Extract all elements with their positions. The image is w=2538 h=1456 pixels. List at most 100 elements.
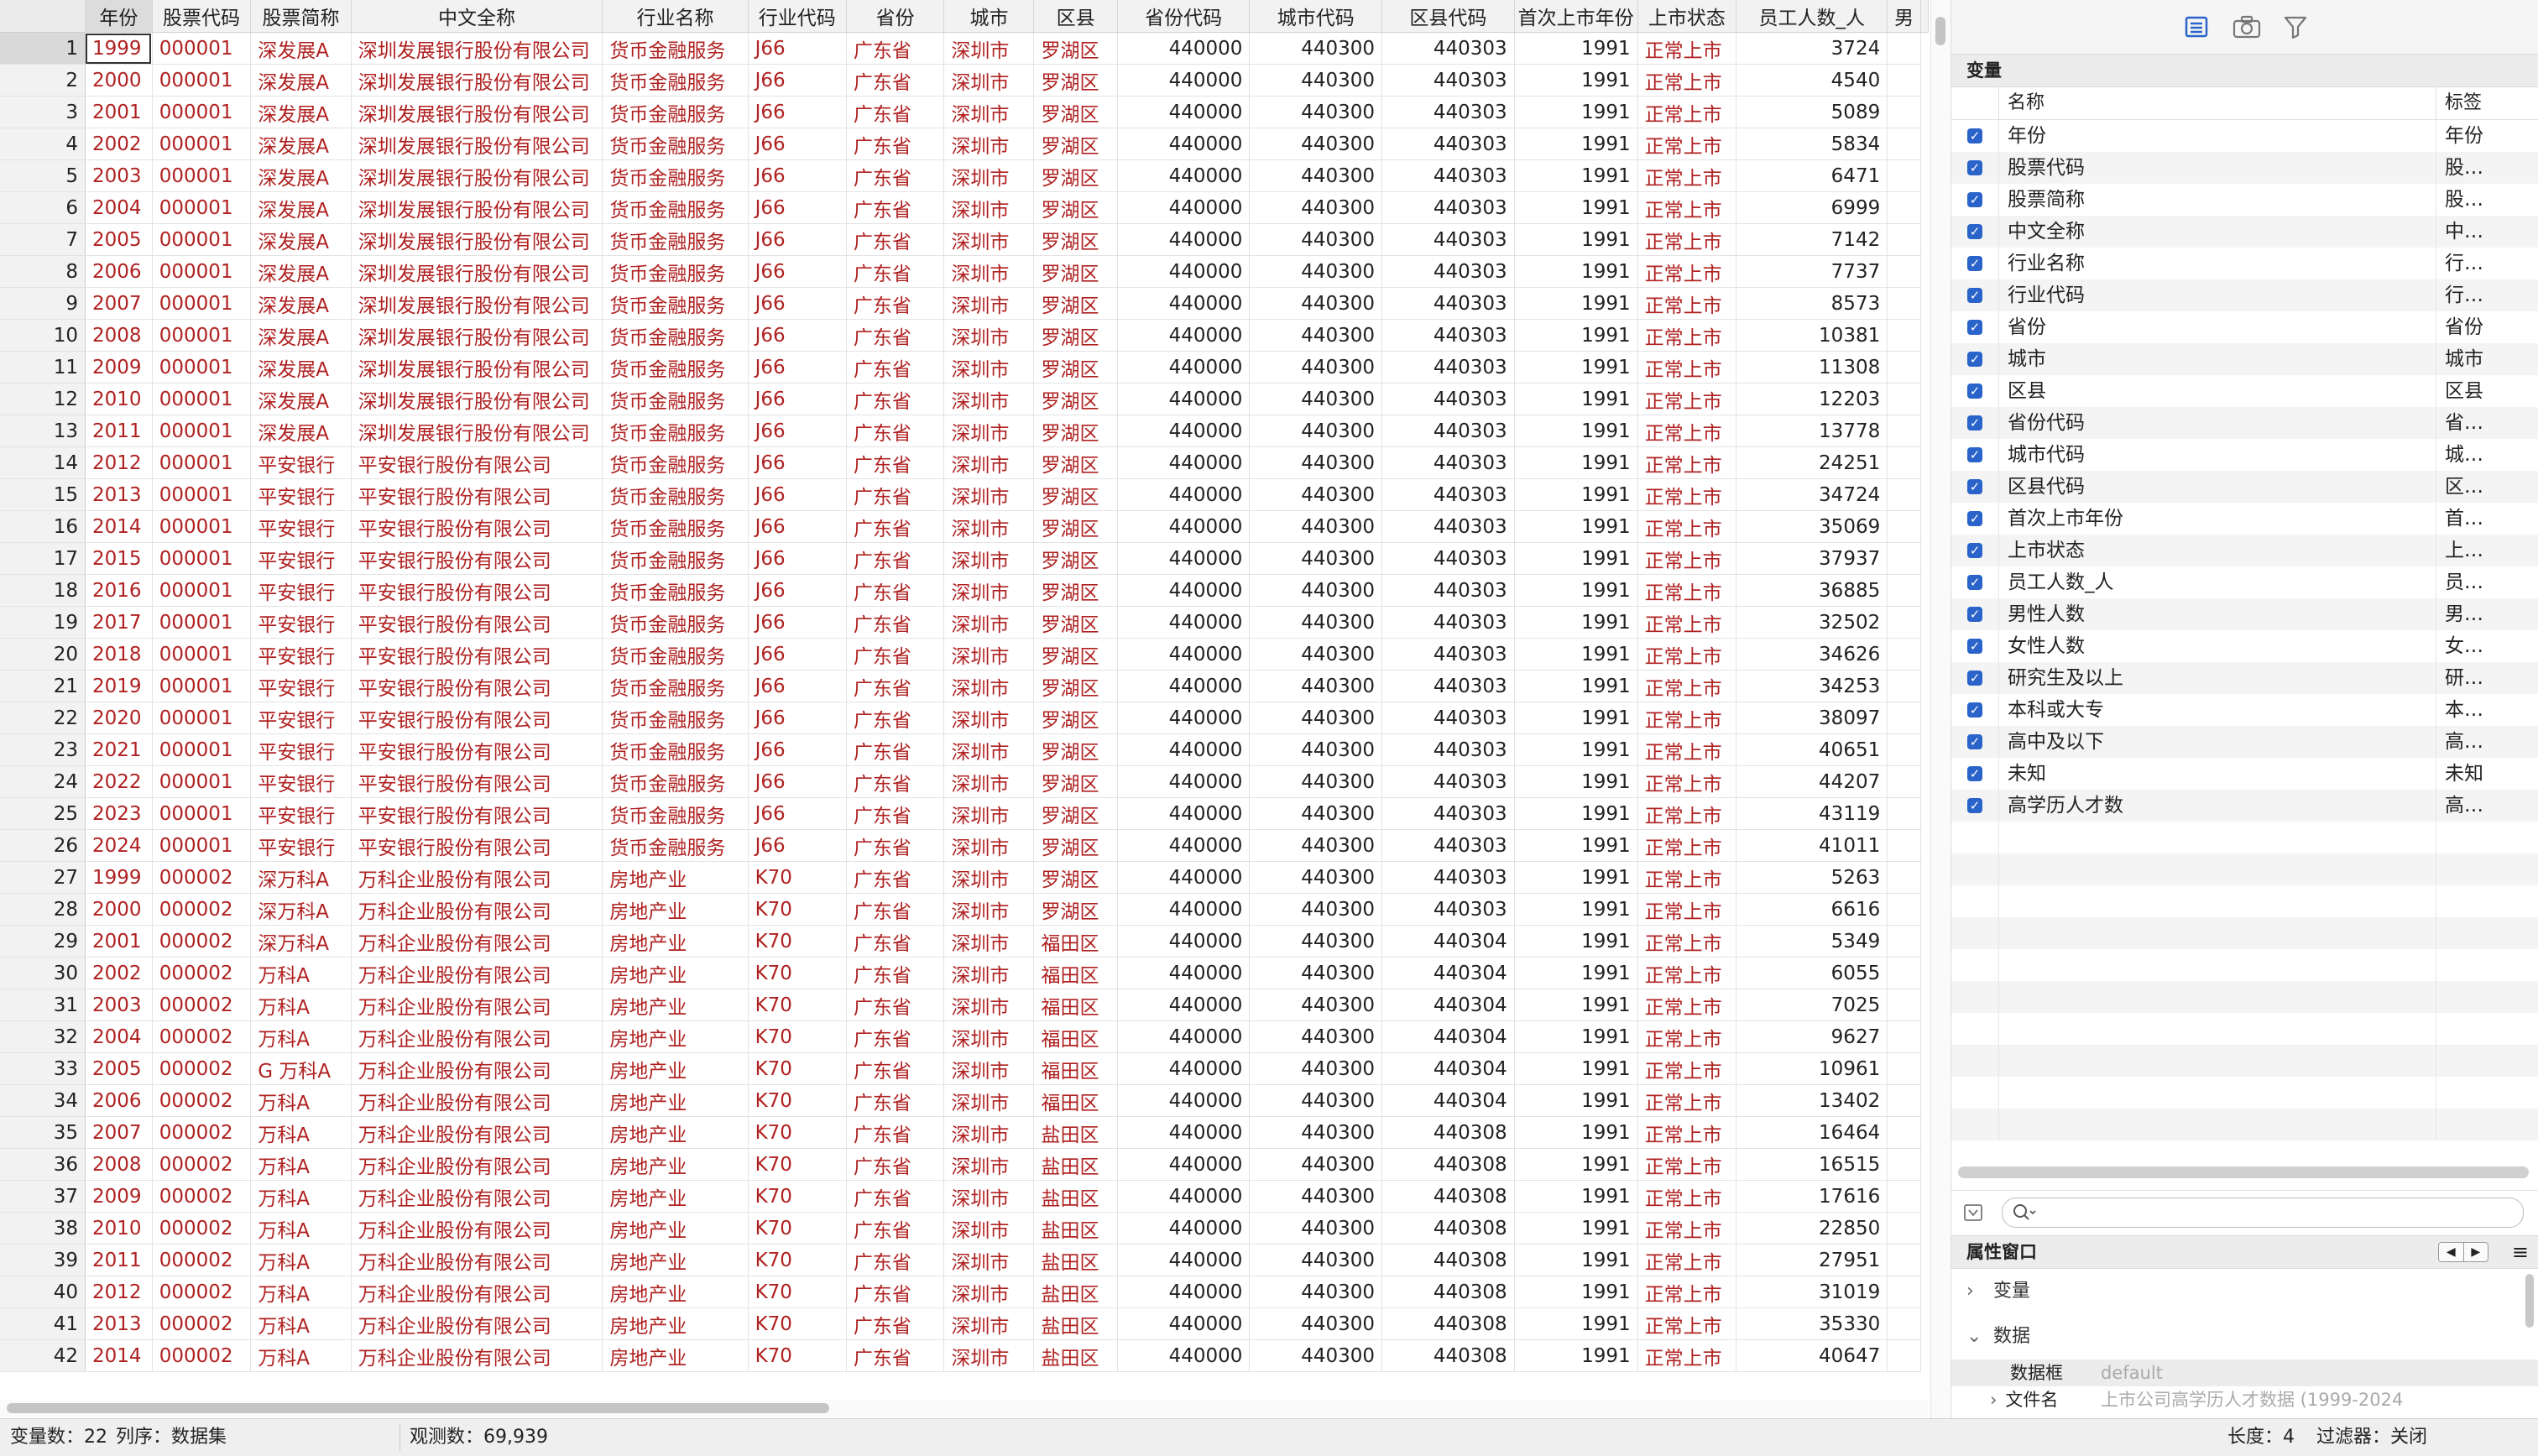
variable-list[interactable]: 名称 标签 ✓ 年份 年份 ✓ 股票代码 股… ✓ 股票简称 股… ✓ 中文全称 中… ✓ 行业名称 行… ✓… bbox=[1951, 87, 2538, 1175]
table-cell[interactable]: 440303 bbox=[1381, 861, 1515, 894]
table-cell[interactable]: 440303 bbox=[1381, 446, 1515, 479]
table-cell[interactable]: K70 bbox=[748, 1244, 847, 1276]
table-row[interactable]: 34 2006 000002 万科A 万科企业股份有限公司 房地产业 K70 广东省 深圳市 福田… bbox=[0, 1084, 1929, 1117]
row-number[interactable]: 30 bbox=[0, 957, 86, 989]
table-cell[interactable]: 福田区 bbox=[1033, 1052, 1118, 1085]
table-cell[interactable]: 深圳市 bbox=[943, 1084, 1035, 1117]
row-number[interactable]: 4 bbox=[0, 128, 86, 160]
table-row[interactable]: 7 2005 000001 深发展A 深圳发展银行股份有限公司 货币金融服务 J66 广东省深… bbox=[0, 223, 1929, 256]
table-cell[interactable]: 000002 bbox=[152, 1339, 252, 1372]
table-cell[interactable]: 盐田区 bbox=[1033, 1339, 1118, 1372]
table-cell[interactable]: 正常上市 bbox=[1637, 1212, 1737, 1245]
table-cell[interactable]: 000001 bbox=[152, 733, 252, 766]
variable-checkbox[interactable]: ✓ bbox=[1967, 639, 1982, 654]
table-cell[interactable]: 深圳市 bbox=[943, 797, 1035, 830]
table-row[interactable]: 39 2011 000002 万科A 万科企业股份有限公司 房地产业 K70 广东省 深圳市 盐田… bbox=[0, 1244, 1929, 1276]
variable-search-input[interactable] bbox=[2041, 1202, 2514, 1225]
table-cell[interactable]: 深发展A bbox=[250, 223, 352, 256]
table-cell[interactable]: 广东省 bbox=[846, 1116, 945, 1149]
table-cell[interactable]: J66 bbox=[748, 733, 847, 766]
table-cell[interactable]: 2021 bbox=[85, 733, 153, 766]
table-cell[interactable]: 000002 bbox=[152, 1148, 252, 1181]
table-cell[interactable]: 货币金融服务 bbox=[602, 702, 749, 734]
table-cell[interactable]: 2007 bbox=[85, 287, 153, 320]
table-cell[interactable]: K70 bbox=[748, 1148, 847, 1181]
table-cell[interactable]: K70 bbox=[748, 861, 847, 894]
table-cell[interactable]: 平安银行 bbox=[250, 702, 352, 734]
table-cell[interactable]: 正常上市 bbox=[1637, 1020, 1737, 1053]
table-row[interactable]: 13 2011 000001 深发展A 深圳发展银行股份有限公司 货币金融服务 J66 广东省… bbox=[0, 415, 1929, 447]
table-cell[interactable]: 22850 bbox=[1736, 1212, 1888, 1245]
variable-row[interactable]: ✓ 城市 城市 bbox=[1951, 343, 2538, 375]
table-cell[interactable]: 1991 bbox=[1514, 128, 1638, 160]
table-cell[interactable]: 2009 bbox=[85, 351, 153, 384]
variable-checkbox[interactable]: ✓ bbox=[1967, 128, 1982, 144]
row-number[interactable]: 22 bbox=[0, 702, 86, 734]
table-cell[interactable]: 平安银行 bbox=[250, 670, 352, 702]
variable-row[interactable]: ✓ 女性人数 女… bbox=[1951, 630, 2538, 662]
table-cell[interactable]: 000001 bbox=[152, 159, 252, 192]
table-cell[interactable] bbox=[1887, 1276, 1921, 1308]
table-cell[interactable]: 000001 bbox=[152, 797, 252, 830]
table-cell[interactable]: 440300 bbox=[1249, 32, 1383, 65]
table-cell[interactable]: 440308 bbox=[1381, 1212, 1515, 1245]
table-cell[interactable]: 000001 bbox=[152, 319, 252, 352]
table-cell[interactable]: 广东省 bbox=[846, 287, 945, 320]
table-cell[interactable]: 万科A bbox=[250, 1339, 352, 1372]
table-cell[interactable]: 货币金融服务 bbox=[602, 32, 749, 65]
table-cell[interactable] bbox=[1887, 797, 1921, 830]
table-cell[interactable]: 广东省 bbox=[846, 1180, 945, 1213]
table-cell[interactable]: 35330 bbox=[1736, 1307, 1888, 1340]
table-cell[interactable]: K70 bbox=[748, 925, 847, 958]
table-cell[interactable]: 440000 bbox=[1117, 638, 1251, 671]
table-cell[interactable] bbox=[1887, 510, 1921, 543]
table-cell[interactable]: 罗湖区 bbox=[1033, 861, 1118, 894]
table-cell[interactable]: 9627 bbox=[1736, 1020, 1888, 1053]
table-cell[interactable]: 正常上市 bbox=[1637, 446, 1737, 479]
table-cell[interactable]: 货币金融服务 bbox=[602, 223, 749, 256]
table-cell[interactable]: 000002 bbox=[152, 1276, 252, 1308]
table-cell[interactable]: 罗湖区 bbox=[1033, 319, 1118, 352]
table-cell[interactable]: G 万科A bbox=[250, 1052, 352, 1085]
table-cell[interactable]: 货币金融服务 bbox=[602, 287, 749, 320]
table-cell[interactable]: 万科企业股份有限公司 bbox=[351, 1084, 603, 1117]
table-cell[interactable]: 深圳市 bbox=[943, 702, 1035, 734]
table-cell[interactable]: 罗湖区 bbox=[1033, 702, 1118, 734]
table-cell[interactable] bbox=[1887, 1244, 1921, 1276]
table-cell[interactable]: 货币金融服务 bbox=[602, 415, 749, 447]
table-cell[interactable]: 深发展A bbox=[250, 415, 352, 447]
table-cell[interactable] bbox=[1887, 1116, 1921, 1149]
table-cell[interactable]: 440304 bbox=[1381, 1020, 1515, 1053]
table-cell[interactable]: 1991 bbox=[1514, 1148, 1638, 1181]
table-cell[interactable]: 货币金融服务 bbox=[602, 255, 749, 288]
table-cell[interactable]: 000002 bbox=[152, 1052, 252, 1085]
table-cell[interactable]: 罗湖区 bbox=[1033, 733, 1118, 766]
table-cell[interactable] bbox=[1887, 925, 1921, 958]
table-cell[interactable]: 平安银行 bbox=[250, 478, 352, 511]
table-cell[interactable]: 440300 bbox=[1249, 670, 1383, 702]
table-cell[interactable]: K70 bbox=[748, 1180, 847, 1213]
table-cell[interactable]: 440000 bbox=[1117, 96, 1251, 128]
row-number[interactable]: 23 bbox=[0, 733, 86, 766]
row-number[interactable]: 39 bbox=[0, 1244, 86, 1276]
row-number[interactable]: 24 bbox=[0, 765, 86, 798]
table-cell[interactable]: 深圳发展银行股份有限公司 bbox=[351, 255, 603, 288]
table-cell[interactable]: 1991 bbox=[1514, 159, 1638, 192]
table-cell[interactable]: 2018 bbox=[85, 638, 153, 671]
table-cell[interactable]: 440308 bbox=[1381, 1307, 1515, 1340]
table-row[interactable]: 18 2016 000001 平安银行 平安银行股份有限公司 货币金融服务 J66 广东省 深圳… bbox=[0, 574, 1929, 607]
table-cell[interactable]: 深圳市 bbox=[943, 478, 1035, 511]
table-cell[interactable]: 房地产业 bbox=[602, 957, 749, 989]
table-cell[interactable]: 正常上市 bbox=[1637, 1084, 1737, 1117]
column-header[interactable]: 首次上市年份 bbox=[1514, 0, 1638, 33]
table-row[interactable]: 4 2002 000001 深发展A 深圳发展银行股份有限公司 货币金融服务 J66 广东省深… bbox=[0, 128, 1929, 160]
table-cell[interactable] bbox=[1887, 96, 1921, 128]
table-cell[interactable]: 440303 bbox=[1381, 32, 1515, 65]
variable-row[interactable]: ✓ 高学历人才数 高… bbox=[1951, 790, 2538, 822]
table-cell[interactable]: 440300 bbox=[1249, 861, 1383, 894]
table-cell[interactable]: 440300 bbox=[1249, 96, 1383, 128]
row-number[interactable]: 32 bbox=[0, 1020, 86, 1053]
table-cell[interactable]: 440000 bbox=[1117, 478, 1251, 511]
variable-search-box[interactable] bbox=[2002, 1198, 2524, 1228]
table-cell[interactable]: J66 bbox=[748, 351, 847, 384]
